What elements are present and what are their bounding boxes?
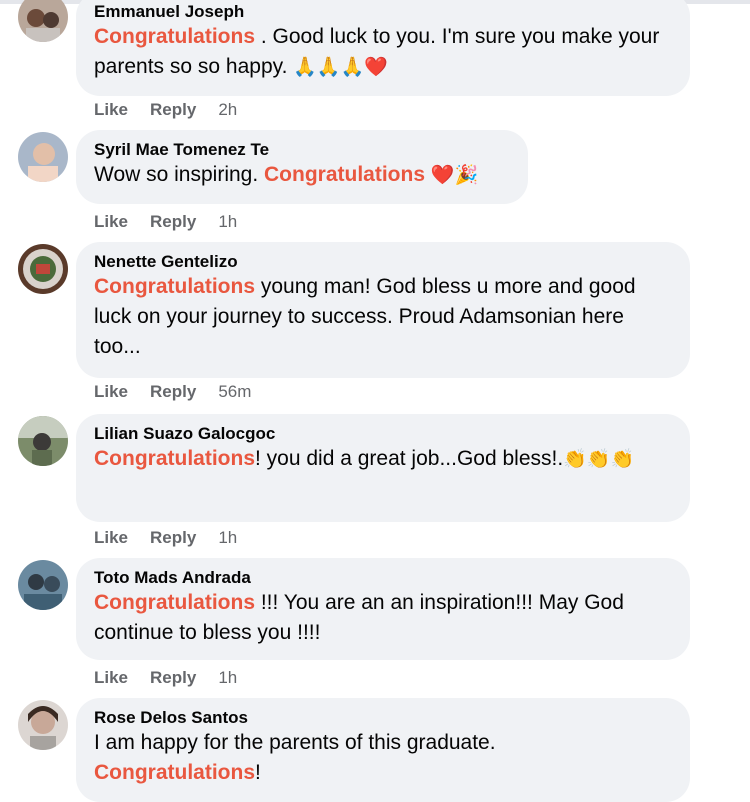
comment-author[interactable]: Nenette Gentelizo xyxy=(94,252,672,272)
comment-text: Wow so inspiring. Congratulations ❤️🎉 xyxy=(94,163,479,186)
comment-bubble: Lilian Suazo Galocgoc Congratulations! y… xyxy=(76,414,690,522)
comment-actions: Like Reply 1h xyxy=(94,212,259,232)
comment-text: Congratulations young man! God bless u m… xyxy=(94,275,636,358)
emoji-group: ❤️🎉 xyxy=(430,164,479,186)
like-button[interactable]: Like xyxy=(94,100,128,119)
comment-time[interactable]: 1h xyxy=(218,668,237,687)
like-button[interactable]: Like xyxy=(94,668,128,687)
avatar[interactable] xyxy=(18,416,68,466)
reply-button[interactable]: Reply xyxy=(150,100,196,119)
comment-actions: Like Reply 1h xyxy=(94,528,259,548)
avatar[interactable] xyxy=(18,700,68,750)
reply-button[interactable]: Reply xyxy=(150,382,196,401)
like-button[interactable]: Like xyxy=(94,528,128,547)
highlight-tag[interactable]: Congratulations xyxy=(264,163,425,186)
comment-author[interactable]: Syril Mae Tomenez Te xyxy=(94,140,510,160)
comment-author[interactable]: Emmanuel Joseph xyxy=(94,2,672,22)
comment-time[interactable]: 1h xyxy=(218,528,237,547)
comment-text: Congratulations! you did a great job...G… xyxy=(94,447,635,470)
avatar[interactable] xyxy=(18,132,68,182)
comment-time[interactable]: 1h xyxy=(218,212,237,231)
comment-time[interactable]: 2h xyxy=(218,100,237,119)
comment-text: I am happy for the parents of this gradu… xyxy=(94,731,496,784)
comment-bubble: Nenette Gentelizo Congratulations young … xyxy=(76,242,690,378)
highlight-tag[interactable]: Congratulations xyxy=(94,25,255,48)
comment-actions: Like Reply 56m xyxy=(94,382,273,402)
comment-bubble: Emmanuel Joseph Congratulations . Good l… xyxy=(76,0,690,96)
reply-button[interactable]: Reply xyxy=(150,668,196,687)
avatar[interactable] xyxy=(18,244,68,294)
emoji-group: 👏👏👏 xyxy=(563,448,635,470)
comment-bubble: Toto Mads Andrada Congratulations !!! Yo… xyxy=(76,558,690,660)
comment-actions: Like Reply 2h xyxy=(94,100,259,120)
comment-author[interactable]: Rose Delos Santos xyxy=(94,708,672,728)
comment-author[interactable]: Lilian Suazo Galocgoc xyxy=(94,424,672,444)
avatar[interactable] xyxy=(18,560,68,610)
reply-button[interactable]: Reply xyxy=(150,212,196,231)
comment-actions: Like Reply 1h xyxy=(94,668,259,688)
like-button[interactable]: Like xyxy=(94,382,128,401)
comment-bubble: Rose Delos Santos I am happy for the par… xyxy=(76,698,690,802)
reply-button[interactable]: Reply xyxy=(150,528,196,547)
highlight-tag[interactable]: Congratulations xyxy=(94,761,255,784)
comment-author[interactable]: Toto Mads Andrada xyxy=(94,568,672,588)
emoji-group: 🙏🙏🙏❤️ xyxy=(293,56,388,78)
comment-text: Congratulations !!! You are an an inspir… xyxy=(94,591,624,644)
highlight-tag[interactable]: Congratulations xyxy=(94,591,255,614)
avatar[interactable] xyxy=(18,0,68,42)
highlight-tag[interactable]: Congratulations xyxy=(94,275,255,298)
like-button[interactable]: Like xyxy=(94,212,128,231)
comment-time[interactable]: 56m xyxy=(218,382,251,401)
comment-bubble: Syril Mae Tomenez Te Wow so inspiring. C… xyxy=(76,130,528,204)
comment-text: Congratulations . Good luck to you. I'm … xyxy=(94,25,660,78)
highlight-tag[interactable]: Congratulations xyxy=(94,447,255,470)
